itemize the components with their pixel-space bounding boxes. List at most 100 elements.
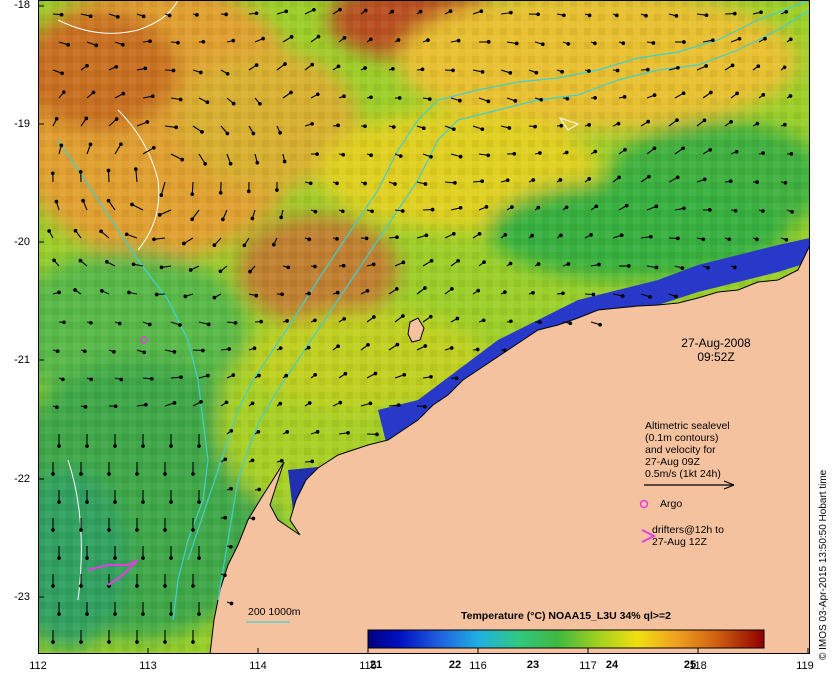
velocity-arrow-head <box>99 289 104 293</box>
velocity-arrow-head <box>364 236 369 241</box>
velocity-arrow-head <box>428 314 433 319</box>
velocity-arrow-head <box>400 209 405 213</box>
velocity-arrow-head <box>143 66 148 71</box>
velocity-arrow-head <box>706 265 710 270</box>
velocity-arrow-head <box>732 265 737 270</box>
velocity-arrow-head <box>335 181 339 186</box>
velocity-arrow-head <box>702 177 707 182</box>
velocity-arrow-head <box>530 233 535 238</box>
velocity-arrow-head <box>315 92 320 97</box>
velocity-arrow-head <box>651 41 656 45</box>
velocity-arrow-head <box>195 13 199 17</box>
colorbar-tick: 24 <box>605 659 619 671</box>
velocity-arrow-head <box>61 90 66 95</box>
velocity-arrow-head <box>709 90 713 95</box>
velocity-arrow-head <box>561 291 565 296</box>
velocity-arrow-head <box>342 35 347 40</box>
velocity-arrow-head <box>82 349 87 354</box>
velocity-arrow-head <box>271 242 276 247</box>
velocity-arrow-head <box>335 290 340 295</box>
velocity-arrow-head <box>593 41 597 46</box>
velocity-arrow-head <box>763 36 767 41</box>
velocity-arrow-head <box>57 444 61 448</box>
velocity-arrow-head <box>401 314 405 318</box>
velocity-arrow-head <box>250 401 255 406</box>
velocity-arrow-head <box>307 237 312 242</box>
velocity-arrow-head <box>733 208 738 213</box>
velocity-arrow-head <box>205 100 210 105</box>
velocity-arrow-head <box>85 556 89 560</box>
velocity-arrow-head <box>477 231 482 236</box>
velocity-arrow-head <box>681 91 686 96</box>
velocity-arrow-head <box>148 39 152 44</box>
velocity-arrow-head <box>735 91 739 96</box>
velocity-arrow-head <box>566 262 571 266</box>
velocity-arrow-head <box>564 150 569 155</box>
velocity-arrow-head <box>283 62 287 66</box>
velocity-arrow-head <box>341 263 346 268</box>
lon-tick: 114 <box>249 660 267 672</box>
velocity-arrow-head <box>233 321 238 325</box>
velocity-arrow-head <box>151 145 156 150</box>
velocity-arrow-head <box>113 556 117 560</box>
velocity-arrow-head <box>681 146 685 151</box>
velocity-arrow-head <box>106 198 111 203</box>
velocity-arrow-head <box>597 262 601 267</box>
velocity-arrow-head <box>308 181 313 186</box>
velocity-arrow-head <box>538 151 542 155</box>
velocity-arrow-head <box>50 171 55 176</box>
velocity-arrow-head <box>279 215 284 220</box>
velocity-arrow-head <box>704 13 709 18</box>
velocity-arrow-head <box>423 286 427 290</box>
velocity-arrow-head <box>373 371 378 376</box>
legend-altimetric-line: and velocity for <box>645 444 716 456</box>
velocity-arrow-head <box>480 179 485 184</box>
velocity-arrow-head <box>169 444 173 448</box>
velocity-arrow-head <box>761 151 765 155</box>
velocity-arrow-head <box>289 90 293 95</box>
velocity-arrow-head <box>430 207 435 212</box>
velocity-arrow-head <box>54 116 59 121</box>
velocity-arrow-head <box>568 321 573 326</box>
velocity-arrow-head <box>761 209 765 213</box>
velocity-arrow-head <box>589 233 593 237</box>
velocity-arrow-head <box>289 35 294 39</box>
legend-argo-label: Argo <box>660 498 683 510</box>
velocity-arrow-head <box>654 204 659 209</box>
velocity-arrow-head <box>257 487 262 492</box>
velocity-arrow-head <box>231 373 236 377</box>
velocity-arrow-head <box>121 91 126 96</box>
velocity-arrow-head <box>316 34 321 39</box>
velocity-arrow-head <box>790 209 794 214</box>
velocity-arrow-head <box>228 161 233 166</box>
velocity-arrow-head <box>315 430 320 434</box>
velocity-arrow-head <box>346 430 350 435</box>
velocity-arrow-head <box>285 319 289 323</box>
velocity-arrow-head <box>617 175 621 180</box>
velocity-arrow-head <box>203 161 208 166</box>
velocity-arrow-head <box>481 318 486 323</box>
velocity-arrow-head <box>704 64 709 68</box>
velocity-arrow-head <box>227 347 232 351</box>
velocity-arrow-head <box>307 401 312 405</box>
velocity-arrow-head <box>191 584 195 588</box>
velocity-arrow-head <box>179 375 183 380</box>
velocity-arrow-head <box>503 290 507 294</box>
velocity-arrow-head <box>114 117 119 121</box>
velocity-arrow-head <box>449 346 454 350</box>
velocity-arrow-head <box>55 405 59 410</box>
velocity-arrow-head <box>531 290 535 295</box>
velocity-arrow-head <box>615 68 620 73</box>
velocity-arrow-head <box>212 243 217 247</box>
colorbar-tick: 23 <box>526 659 540 671</box>
velocity-arrow-head <box>306 345 311 350</box>
velocity-arrow-head <box>47 229 51 233</box>
velocity-arrow-head <box>702 118 707 123</box>
velocity-arrow-head <box>512 151 517 156</box>
velocity-arrow-head <box>593 96 597 100</box>
velocity-arrow-head <box>450 287 454 291</box>
lat-tick: -19 <box>14 118 30 130</box>
velocity-arrow-head <box>124 232 129 237</box>
map-time: 09:52Z <box>697 350 735 364</box>
velocity-arrow-head <box>242 243 247 248</box>
